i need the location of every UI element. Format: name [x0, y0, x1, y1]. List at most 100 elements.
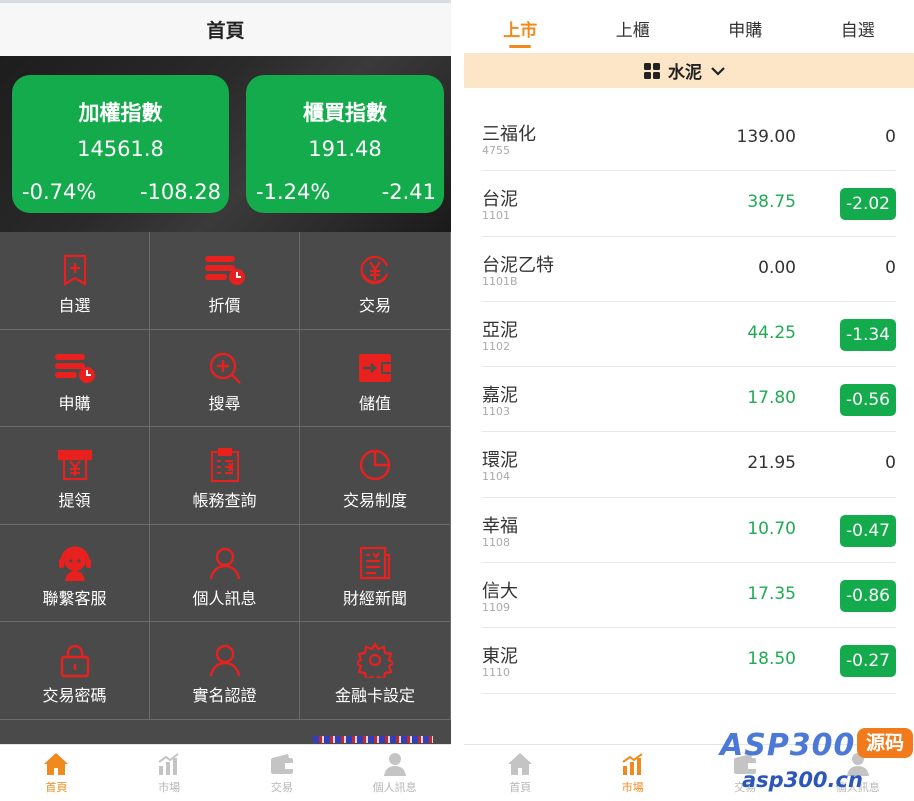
tab-label: 交易 [734, 781, 757, 794]
search-icon [209, 352, 241, 384]
pie-icon [359, 449, 391, 481]
menu-item-finance-news[interactable]: 財經新聞 [300, 524, 451, 623]
stock-row[interactable]: 幸福 1108 10.70 -0.47 [482, 498, 896, 564]
home-screen: 首頁 加權指數 14561.8 -0.74% -108.28 櫃買指數 191.… [0, 0, 451, 801]
bottom-tabbar: 首頁 市場 交易 個人訊息 [464, 744, 914, 801]
stock-price: 17.80 [747, 388, 796, 409]
menu-item-label: 申購 [58, 393, 91, 413]
wallet-icon [734, 754, 757, 774]
tab-profile[interactable]: 個人訊息 [802, 745, 914, 801]
stock-code: 1104 [482, 470, 510, 484]
menu-item-identity-verify[interactable]: 實名認證 [150, 622, 300, 720]
menu-item-card-settings[interactable]: 金融卡設定 [300, 622, 451, 720]
home-icon [508, 753, 533, 775]
tab-otc[interactable]: 上櫃 [577, 3, 690, 53]
stock-code: 1101B [482, 274, 518, 288]
menu-item-account-query[interactable]: 帳務查詢 [150, 427, 300, 525]
tab-label: 首頁 [509, 781, 532, 794]
menu-item-customer-service[interactable]: 聯繫客服 [0, 524, 150, 623]
market-tabs: 上市 上櫃 申購 自選 [464, 3, 914, 53]
index-name: 櫃買指數 [303, 101, 387, 125]
index-change: -2.41 [381, 180, 436, 204]
bookmark-icon [63, 254, 86, 286]
tab-label: 市場 [621, 781, 644, 794]
index-value: 14561.8 [77, 137, 164, 161]
menu-item-label: 提領 [58, 491, 91, 511]
menu-item-trade[interactable]: 交易 [300, 232, 451, 330]
stock-change-badge: -0.47 [840, 514, 896, 547]
stock-row[interactable]: 台泥 1101 38.75 -2.02 [482, 171, 896, 237]
menu-item-label: 個人訊息 [192, 588, 257, 608]
stock-name: 信大 [482, 581, 518, 603]
stock-price: 10.70 [747, 518, 796, 539]
stock-row[interactable]: 亞泥 1102 44.25 -1.34 [482, 302, 896, 368]
menu-item-label: 聯繫客服 [42, 588, 107, 608]
menu-item-watchlist[interactable]: 自選 [0, 232, 150, 330]
tab-subscription[interactable]: 申購 [689, 3, 802, 53]
stock-price: 21.95 [747, 453, 796, 474]
index-percent: -1.24% [256, 180, 331, 204]
menu-item-label: 搜尋 [208, 393, 241, 413]
stock-change-badge: -0.86 [840, 580, 896, 613]
stock-row[interactable]: 三福化 4755 139.00 0 [482, 106, 896, 172]
stock-name: 東泥 [482, 646, 518, 668]
sector-selector[interactable]: 水泥 [464, 53, 914, 88]
user-icon [846, 753, 869, 776]
stock-change-badge: -0.56 [840, 384, 896, 417]
wallet-icon [270, 754, 293, 774]
menu-item-trade-password[interactable]: 交易密碼 [0, 622, 150, 720]
stock-change-badge: -0.27 [840, 645, 896, 678]
lock-icon [60, 645, 89, 678]
tab-home[interactable]: 首頁 [464, 745, 577, 801]
stock-code: 4755 [482, 144, 510, 157]
stock-code: 1109 [482, 601, 510, 615]
index-percent: -0.74% [22, 180, 97, 204]
stock-change-badge: -2.02 [840, 188, 896, 221]
stock-price: 0.00 [758, 257, 796, 278]
ledger-icon [210, 448, 239, 483]
stock-name: 亞泥 [482, 319, 518, 341]
stock-price: 44.25 [747, 322, 796, 343]
tab-market[interactable]: 市場 [577, 745, 690, 801]
stock-name: 台泥乙特 [482, 254, 554, 276]
stock-row[interactable]: 台泥乙特 1101B 0.00 0 [482, 237, 896, 302]
menu-item-withdraw[interactable]: 提領 [0, 427, 150, 525]
tab-label: 市場 [158, 781, 181, 794]
index-change: -108.28 [139, 180, 221, 204]
page-title: 首頁 [0, 3, 451, 56]
stock-name: 嘉泥 [482, 385, 518, 407]
tab-trade[interactable]: 交易 [689, 745, 802, 801]
tab-trade[interactable]: 交易 [226, 745, 339, 801]
stock-row[interactable]: 信大 1109 17.35 -0.86 [482, 563, 896, 629]
menu-item-profile[interactable]: 個人訊息 [150, 524, 300, 623]
stock-change: 0 [885, 453, 896, 474]
home-icon [44, 753, 69, 775]
menu-item-discount[interactable]: 折價 [150, 232, 300, 330]
tab-watchlist[interactable]: 自選 [802, 3, 914, 53]
menu-item-search[interactable]: 搜尋 [150, 329, 300, 428]
stock-row[interactable]: 環泥 1104 21.95 0 [482, 432, 896, 498]
menu-item-subscribe[interactable]: 申購 [0, 329, 150, 428]
stock-code: 1101 [482, 209, 510, 223]
chart-icon [622, 753, 643, 775]
stock-change-badge: -1.34 [840, 318, 896, 351]
menu-item-trading-rules[interactable]: 交易制度 [300, 427, 451, 525]
menu-item-deposit[interactable]: 儲值 [300, 329, 451, 428]
stock-price: 18.50 [747, 649, 796, 670]
tab-profile[interactable]: 個人訊息 [338, 745, 451, 801]
tab-home[interactable]: 首頁 [0, 745, 113, 801]
index-card-otc[interactable]: 櫃買指數 191.48 -1.24% -2.41 [246, 75, 444, 213]
stock-code: 1108 [482, 535, 510, 549]
yen-exchange-icon [360, 255, 389, 285]
stock-price: 17.35 [747, 584, 796, 605]
stock-row[interactable]: 東泥 1110 18.50 -0.27 [482, 628, 896, 694]
stock-price: 139.00 [736, 127, 796, 147]
stock-row[interactable]: 嘉泥 1103 17.80 -0.56 [482, 367, 896, 433]
index-banner: 加權指數 14561.8 -0.74% -108.28 櫃買指數 191.48 … [0, 56, 451, 232]
tab-market[interactable]: 市場 [113, 745, 226, 801]
menu-item-label: 帳務查詢 [192, 491, 257, 511]
stock-change: 0 [885, 127, 896, 147]
index-card-taiex[interactable]: 加權指數 14561.8 -0.74% -108.28 [12, 75, 229, 213]
tab-listed[interactable]: 上市 [464, 3, 577, 53]
menu-item-label: 交易制度 [342, 491, 407, 511]
